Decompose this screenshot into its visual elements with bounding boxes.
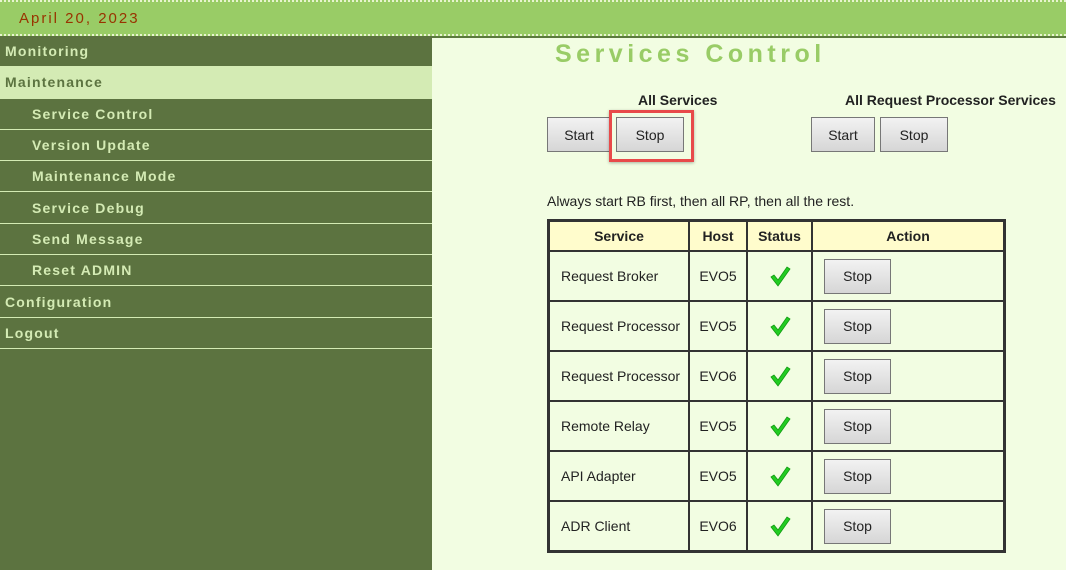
sidebar-item-label: Maintenance Mode	[32, 168, 177, 185]
all-services-label: All Services	[638, 92, 718, 108]
status-cell	[747, 451, 812, 501]
all-rp-stop-button[interactable]: Stop	[880, 117, 948, 152]
sidebar-item-label: Logout	[5, 324, 60, 341]
service-name: Request Processor	[549, 301, 689, 351]
sidebar-item-label: Version Update	[32, 137, 151, 154]
sidebar-item-service-debug[interactable]: Service Debug	[0, 192, 432, 224]
sidebar: Monitoring Maintenance Service Control V…	[0, 36, 432, 570]
startup-order-note: Always start RB first, then all RP, then…	[547, 193, 855, 209]
services-table: Service Host Status Action Request Broke…	[547, 219, 1006, 553]
sidebar-item-label: Maintenance	[5, 74, 103, 91]
service-name: Remote Relay	[549, 401, 689, 451]
table-row: Remote Relay EVO5 Stop	[549, 401, 1004, 451]
current-date: April 20, 2023	[19, 10, 140, 27]
sidebar-item-monitoring[interactable]: Monitoring	[0, 36, 432, 68]
all-rp-start-button[interactable]: Start	[811, 117, 875, 152]
sidebar-item-version-update[interactable]: Version Update	[0, 130, 432, 162]
host-name: EVO6	[689, 501, 747, 551]
main-content: Services Control All Services Start Stop…	[432, 38, 1066, 570]
column-header-status: Status	[747, 221, 812, 251]
action-cell: Stop	[812, 301, 1004, 351]
sidebar-item-label: Service Debug	[32, 199, 145, 216]
column-header-host: Host	[689, 221, 747, 251]
service-name: Request Broker	[549, 251, 689, 301]
check-icon	[769, 466, 791, 487]
check-icon	[769, 316, 791, 337]
page-title: Services Control	[555, 40, 826, 68]
host-name: EVO5	[689, 301, 747, 351]
stop-service-button[interactable]: Stop	[824, 308, 891, 344]
check-icon	[769, 516, 791, 537]
sidebar-item-configuration[interactable]: Configuration	[0, 286, 432, 318]
sidebar-item-logout[interactable]: Logout	[0, 318, 432, 349]
sidebar-item-label: Reset ADMIN	[32, 262, 133, 279]
sidebar-item-maintenance[interactable]: Maintenance	[0, 67, 432, 99]
sidebar-item-label: Monitoring	[5, 43, 90, 60]
status-cell	[747, 351, 812, 401]
host-name: EVO5	[689, 451, 747, 501]
sidebar-item-label: Send Message	[32, 230, 144, 247]
check-icon	[769, 266, 791, 287]
table-row: Request Processor EVO6 Stop	[549, 351, 1004, 401]
status-cell	[747, 251, 812, 301]
check-icon	[769, 416, 791, 437]
all-rp-services-label: All Request Processor Services	[845, 92, 1056, 108]
table-row: Request Broker EVO5 Stop	[549, 251, 1004, 301]
all-services-start-button[interactable]: Start	[547, 117, 611, 152]
stop-service-button[interactable]: Stop	[824, 408, 891, 444]
table-row: Request Processor EVO5 Stop	[549, 301, 1004, 351]
status-cell	[747, 501, 812, 551]
action-cell: Stop	[812, 251, 1004, 301]
service-name: ADR Client	[549, 501, 689, 551]
action-cell: Stop	[812, 401, 1004, 451]
action-cell: Stop	[812, 501, 1004, 551]
table-header-row: Service Host Status Action	[549, 221, 1004, 251]
host-name: EVO5	[689, 251, 747, 301]
all-services-stop-button[interactable]: Stop	[616, 117, 684, 152]
service-name: Request Processor	[549, 351, 689, 401]
table-row: ADR Client EVO6 Stop	[549, 501, 1004, 551]
status-cell	[747, 301, 812, 351]
sidebar-item-maintenance-mode[interactable]: Maintenance Mode	[0, 161, 432, 193]
stop-service-button[interactable]: Stop	[824, 508, 891, 544]
status-cell	[747, 401, 812, 451]
top-bar: April 20, 2023	[0, 0, 1066, 36]
sidebar-item-label: Service Control	[32, 105, 154, 122]
host-name: EVO5	[689, 401, 747, 451]
stop-service-button[interactable]: Stop	[824, 458, 891, 494]
sidebar-item-label: Configuration	[5, 293, 113, 310]
sidebar-item-send-message[interactable]: Send Message	[0, 224, 432, 256]
host-name: EVO6	[689, 351, 747, 401]
action-cell: Stop	[812, 451, 1004, 501]
service-name: API Adapter	[549, 451, 689, 501]
column-header-service: Service	[549, 221, 689, 251]
sidebar-item-service-control[interactable]: Service Control	[0, 99, 432, 130]
column-header-action: Action	[812, 221, 1004, 251]
sidebar-item-reset-admin[interactable]: Reset ADMIN	[0, 255, 432, 287]
table-row: API Adapter EVO5 Stop	[549, 451, 1004, 501]
stop-service-button[interactable]: Stop	[824, 258, 891, 294]
action-cell: Stop	[812, 351, 1004, 401]
stop-service-button[interactable]: Stop	[824, 358, 891, 394]
check-icon	[769, 366, 791, 387]
